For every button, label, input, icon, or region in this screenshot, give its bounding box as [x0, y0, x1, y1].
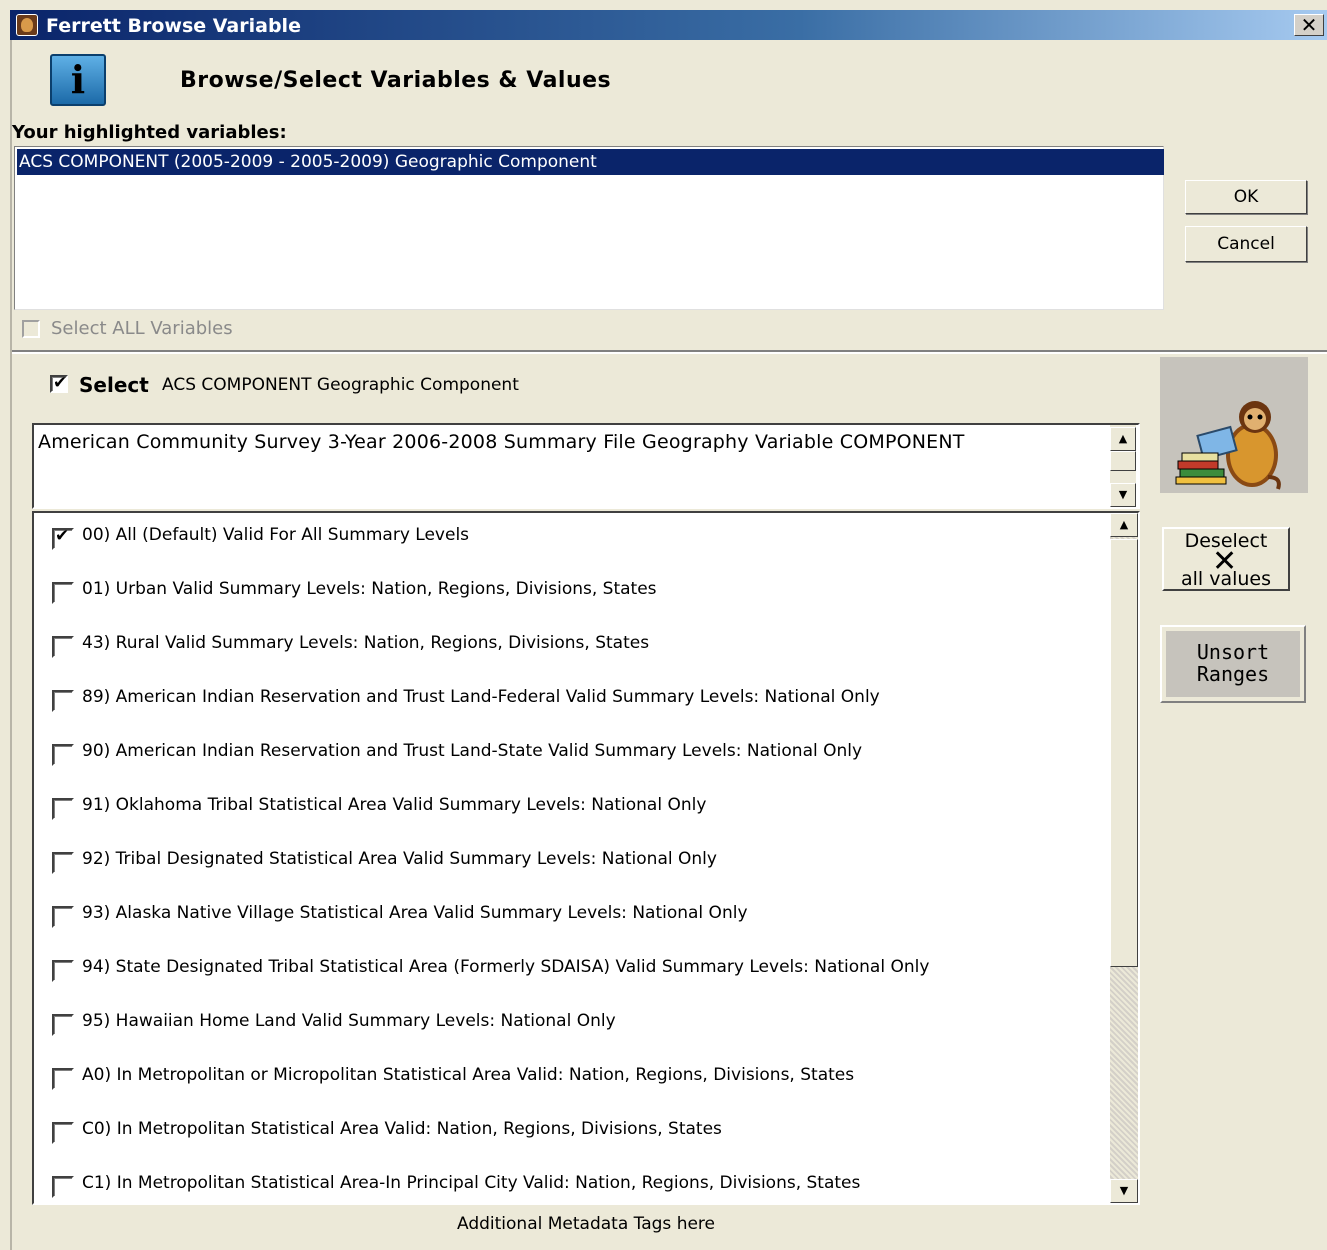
ferrett-mascot-icon	[1175, 401, 1281, 490]
value-label: 90) American Indian Reservation and Trus…	[82, 741, 863, 761]
cancel-button[interactable]: Cancel	[1185, 226, 1307, 262]
section-divider	[12, 350, 1327, 354]
description-scrollbar[interactable]: ▲ ▼	[1110, 425, 1136, 507]
unsort-ranges-button[interactable]: Unsort Ranges	[1160, 625, 1306, 703]
value-checkbox[interactable]	[52, 852, 74, 874]
scroll-thumb[interactable]	[1110, 451, 1136, 471]
all-values-label: all values	[1180, 568, 1272, 590]
value-label: 93) Alaska Native Village Statistical Ar…	[82, 903, 748, 923]
ferrett-app-icon[interactable]	[16, 14, 38, 36]
value-list-item[interactable]: 93) Alaska Native Village Statistical Ar…	[34, 891, 1109, 945]
value-label: 43) Rural Valid Summary Levels: Nation, …	[82, 633, 650, 653]
value-checkbox[interactable]	[52, 1068, 74, 1090]
value-list-item[interactable]: 91) Oklahoma Tribal Statistical Area Val…	[34, 783, 1109, 837]
variable-description-text: American Community Survey 3-Year 2006-20…	[38, 431, 965, 453]
metadata-footer: Additional Metadata Tags here	[457, 1214, 715, 1234]
value-label: 94) State Designated Tribal Statistical …	[82, 957, 930, 977]
value-list-item[interactable]: A0) In Metropolitan or Micropolitan Stat…	[34, 1053, 1109, 1107]
scroll-up-arrow-icon[interactable]: ▲	[1110, 427, 1136, 451]
value-list-item[interactable]: 90) American Indian Reservation and Trus…	[34, 729, 1109, 783]
value-label: 92) Tribal Designated Statistical Area V…	[82, 849, 717, 869]
values-scrollbar[interactable]: ▲ ▼	[1110, 513, 1138, 1203]
select-all-variables-label: Select ALL Variables	[51, 318, 233, 339]
highlighted-variables-label: Your highlighted variables:	[12, 122, 287, 143]
value-checkbox[interactable]	[52, 1122, 74, 1144]
deselect-all-values-button[interactable]: Deselect ✕ all values	[1162, 527, 1290, 591]
ferrett-mascot-panel	[1160, 357, 1308, 493]
value-checkbox[interactable]	[52, 798, 74, 820]
select-all-variables-checkbox[interactable]	[22, 320, 40, 338]
selected-variable-name: ACS COMPONENT Geographic Component	[162, 375, 519, 395]
page-title: Browse/Select Variables & Values	[180, 68, 612, 93]
value-list-item[interactable]: 01) Urban Valid Summary Levels: Nation, …	[34, 567, 1109, 621]
value-label: 91) Oklahoma Tribal Statistical Area Val…	[82, 795, 707, 815]
close-button[interactable]: ✕	[1294, 14, 1324, 36]
select-label: Select	[79, 373, 149, 397]
value-list-item[interactable]: 95) Hawaiian Home Land Valid Summary Lev…	[34, 999, 1109, 1053]
values-list[interactable]: 00) All (Default) Valid For All Summary …	[32, 511, 1140, 1205]
value-list-item[interactable]: 94) State Designated Tribal Statistical …	[34, 945, 1109, 999]
scroll-thumb[interactable]	[1110, 539, 1138, 967]
value-checkbox[interactable]	[52, 1014, 74, 1036]
value-list-item[interactable]: 89) American Indian Reservation and Trus…	[34, 675, 1109, 729]
value-label: 95) Hawaiian Home Land Valid Summary Lev…	[82, 1011, 616, 1031]
value-label: C0) In Metropolitan Statistical Area Val…	[82, 1119, 722, 1139]
select-variable-checkbox[interactable]	[50, 373, 68, 393]
window-frame	[10, 40, 12, 1250]
value-checkbox[interactable]	[52, 690, 74, 712]
value-label: 01) Urban Valid Summary Levels: Nation, …	[82, 579, 657, 599]
value-checkbox[interactable]	[52, 906, 74, 928]
value-list-item[interactable]: C1) In Metropolitan Statistical Area-In …	[34, 1161, 1109, 1203]
window-title: Ferrett Browse Variable	[46, 15, 301, 37]
unsort-label: Unsort	[1196, 640, 1270, 664]
info-icon: i	[50, 54, 106, 106]
value-checkbox[interactable]	[52, 636, 74, 658]
value-label: 00) All (Default) Valid For All Summary …	[82, 525, 470, 545]
value-checkbox[interactable]	[52, 1176, 74, 1198]
variable-description-box[interactable]: American Community Survey 3-Year 2006-20…	[32, 423, 1140, 509]
value-checkbox[interactable]	[52, 582, 74, 604]
ok-button[interactable]: OK	[1185, 180, 1307, 214]
value-checkbox[interactable]	[52, 960, 74, 982]
highlighted-variables-list[interactable]: ACS COMPONENT (2005-2009 - 2005-2009) Ge…	[14, 146, 1164, 310]
value-checkbox[interactable]	[52, 744, 74, 766]
scroll-down-arrow-icon[interactable]: ▼	[1110, 1179, 1138, 1203]
value-list-item[interactable]: 00) All (Default) Valid For All Summary …	[34, 513, 1109, 567]
scroll-up-arrow-icon[interactable]: ▲	[1110, 513, 1138, 537]
value-list-item[interactable]: 43) Rural Valid Summary Levels: Nation, …	[34, 621, 1109, 675]
highlighted-variable-item[interactable]: ACS COMPONENT (2005-2009 - 2005-2009) Ge…	[17, 149, 1164, 175]
ranges-label: Ranges	[1196, 662, 1270, 686]
scroll-down-arrow-icon[interactable]: ▼	[1110, 483, 1136, 507]
value-checkbox[interactable]	[52, 526, 74, 550]
value-label: C1) In Metropolitan Statistical Area-In …	[82, 1173, 861, 1193]
value-label: A0) In Metropolitan or Micropolitan Stat…	[82, 1065, 855, 1085]
value-list-item[interactable]: 92) Tribal Designated Statistical Area V…	[34, 837, 1109, 891]
value-label: 89) American Indian Reservation and Trus…	[82, 687, 880, 707]
value-list-item[interactable]: C0) In Metropolitan Statistical Area Val…	[34, 1107, 1109, 1161]
